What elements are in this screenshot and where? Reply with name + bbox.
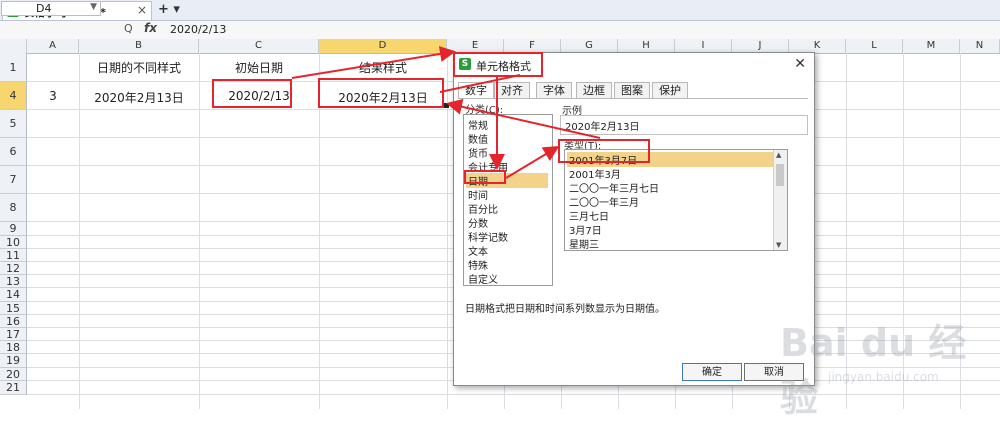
arrow-to-result bbox=[446, 98, 601, 139]
arrow-to-type bbox=[505, 145, 560, 179]
arrow-line bbox=[439, 74, 521, 93]
watermark-url: jingyan.baidu.com bbox=[828, 370, 939, 384]
baidu-watermark: Bai du 经验 jingyan.baidu.com bbox=[760, 298, 990, 420]
watermark-brand: Bai du 经验 bbox=[780, 321, 967, 420]
arrow-to-dialog bbox=[291, 46, 456, 79]
